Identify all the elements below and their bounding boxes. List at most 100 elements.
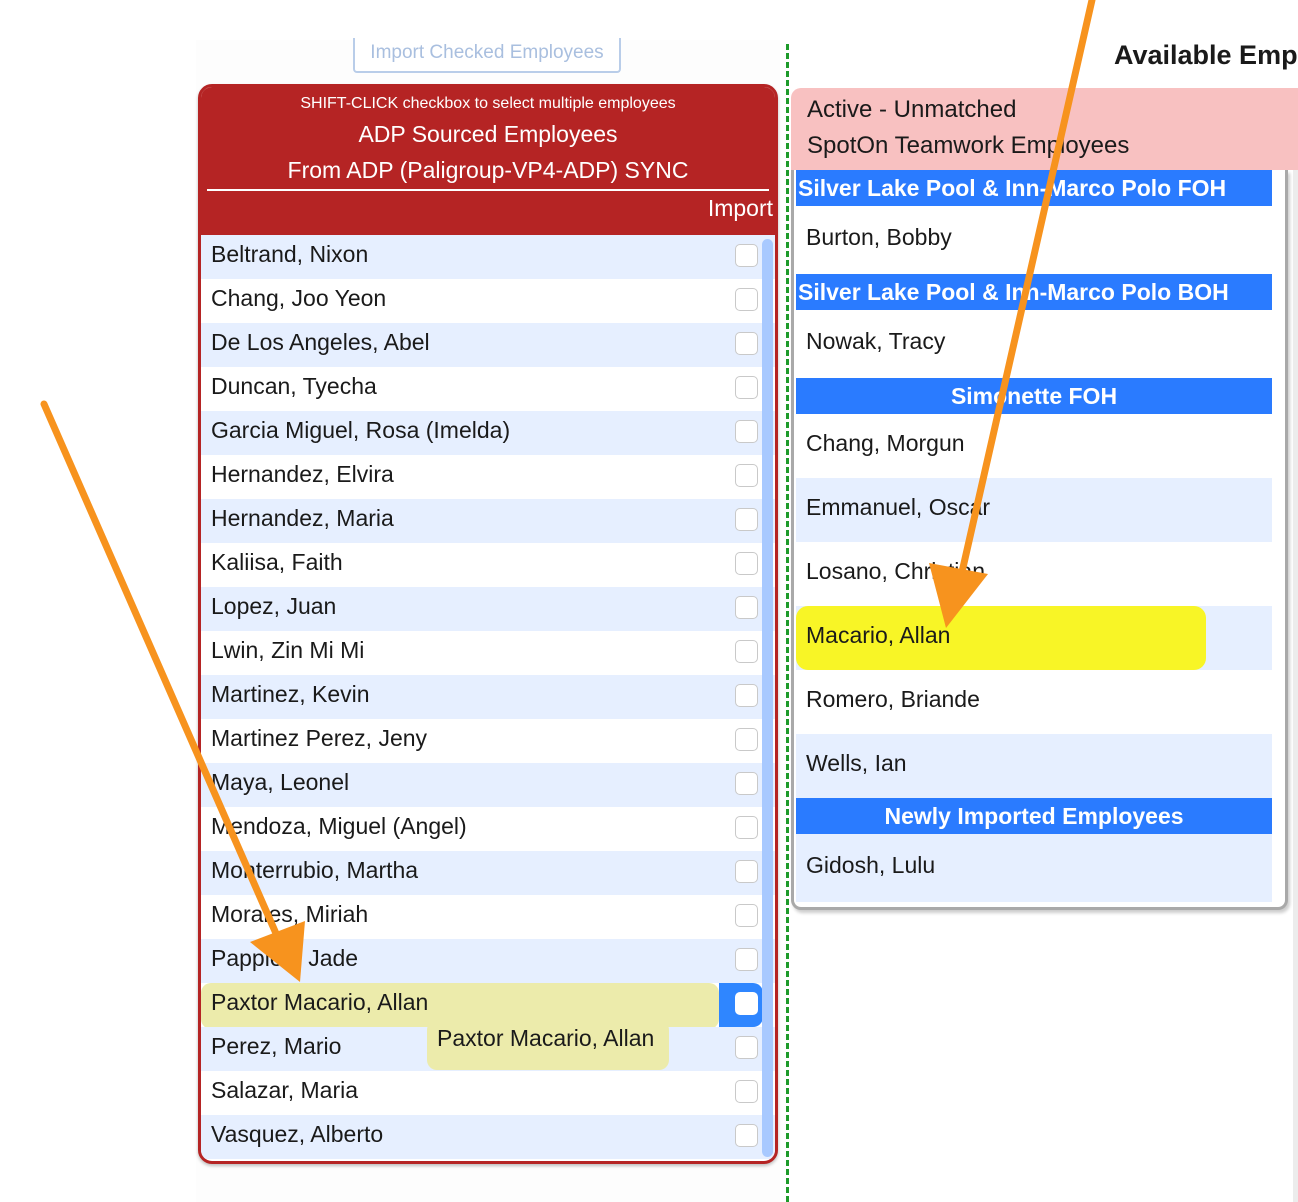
spoton-employee-name: Burton, Bobby: [806, 224, 952, 250]
employee-row[interactable]: Mendoza, Miguel (Angel): [201, 807, 775, 851]
employee-row[interactable]: Morales, Miriah: [201, 895, 775, 939]
spoton-employee-row[interactable]: Gidosh, Lulu: [796, 834, 1272, 902]
import-checkbox[interactable]: [735, 728, 758, 751]
spoton-employee-row[interactable]: Wells, Ian: [796, 734, 1272, 798]
spoton-employee-name: Romero, Briande: [806, 686, 980, 712]
spoton-title: SpotOn Teamwork Employees: [807, 132, 1130, 159]
employee-name: Hernandez, Maria: [211, 505, 394, 531]
employee-name: Vasquez, Alberto: [211, 1121, 384, 1147]
import-checkbox[interactable]: [735, 948, 758, 971]
employee-row[interactable]: Monterrubio, Martha: [201, 851, 775, 895]
spoton-status: Active - Unmatched: [807, 96, 1017, 123]
spoton-employee-row[interactable]: Emmanuel, Oscar: [796, 478, 1272, 542]
import-checkbox[interactable]: [735, 244, 758, 267]
spoton-employee-name: Gidosh, Lulu: [806, 852, 936, 878]
employee-row[interactable]: Martinez, Kevin: [201, 675, 775, 719]
import-checkbox[interactable]: [735, 1036, 758, 1059]
import-checkbox[interactable]: [735, 420, 758, 443]
employee-name: Paxtor Macario, Allan: [211, 989, 429, 1015]
employee-row[interactable]: Garcia Miguel, Rosa (Imelda): [201, 411, 775, 455]
employee-name: Monterrubio, Martha: [211, 857, 419, 883]
adp-header: SHIFT-CLICK checkbox to select multiple …: [201, 87, 775, 235]
import-checkbox[interactable]: [735, 1124, 758, 1147]
spoton-employee-row[interactable]: Nowak, Tracy: [796, 310, 1272, 378]
employee-name: Martinez Perez, Jeny: [211, 725, 428, 751]
employee-row[interactable]: Chang, Joo Yeon: [201, 279, 775, 323]
spoton-employee-row[interactable]: Romero, Briande: [796, 670, 1272, 734]
employee-name: Garcia Miguel, Rosa (Imelda): [211, 417, 511, 443]
employee-name: Lwin, Zin Mi Mi: [211, 637, 365, 663]
spoton-panel-header: Active - Unmatched SpotOn Teamwork Emplo…: [791, 88, 1298, 170]
import-checkbox[interactable]: [735, 332, 758, 355]
adp-panel: SHIFT-CLICK checkbox to select multiple …: [198, 84, 778, 1164]
employee-row[interactable]: Hernandez, Maria: [201, 499, 775, 543]
employee-row[interactable]: Lopez, Juan: [201, 587, 775, 631]
drag-ghost: Paxtor Macario, Allan: [427, 1020, 669, 1070]
import-checkbox[interactable]: [735, 464, 758, 487]
group-header: Silver Lake Pool & Inn-Marco Polo BOH: [796, 274, 1272, 310]
spoton-employee-name: Macario, Allan: [806, 622, 951, 648]
employee-name: Pappion, Jade: [211, 945, 359, 971]
import-checkbox[interactable]: [735, 1080, 758, 1103]
employee-name: Morales, Miriah: [211, 901, 369, 927]
spoton-employee-list: Silver Lake Pool & Inn-Marco Polo FOH Bur…: [791, 170, 1288, 910]
adp-subtitle: From ADP (Paligroup-VP4-ADP) SYNC: [287, 157, 689, 183]
employee-row[interactable]: Kaliisa, Faith: [201, 543, 775, 587]
employee-name: Duncan, Tyecha: [211, 373, 377, 399]
spoton-employee-row[interactable]: Macario, Allan: [796, 606, 1272, 670]
employee-name: Maya, Leonel: [211, 769, 350, 795]
import-checkbox[interactable]: [735, 508, 758, 531]
import-column-header: Import: [707, 195, 773, 221]
import-checkbox[interactable]: [735, 684, 758, 707]
employee-row[interactable]: De Los Angeles, Abel: [201, 323, 775, 367]
import-checkbox[interactable]: [735, 552, 758, 575]
import-checkbox[interactable]: [735, 288, 758, 311]
import-checkbox[interactable]: [735, 596, 758, 619]
right-panel-edge: [1293, 170, 1298, 1202]
employee-row[interactable]: Vasquez, Alberto: [201, 1115, 775, 1159]
employee-name: De Los Angeles, Abel: [211, 329, 430, 355]
employee-row[interactable]: Maya, Leonel: [201, 763, 775, 807]
spoton-employee-name: Nowak, Tracy: [806, 328, 946, 354]
employee-name: Beltrand, Nixon: [211, 241, 369, 267]
import-checked-button[interactable]: Import Checked Employees: [353, 38, 621, 73]
employee-row[interactable]: Hernandez, Elvira: [201, 455, 775, 499]
panel-divider: [786, 44, 789, 1202]
employee-row[interactable]: Lwin, Zin Mi Mi: [201, 631, 775, 675]
import-checkbox[interactable]: [735, 640, 758, 663]
employee-row[interactable]: Salazar, Maria: [201, 1071, 775, 1115]
spoton-employee-name: Wells, Ian: [806, 750, 907, 776]
available-employees-title: Available Emp: [1114, 40, 1298, 70]
spoton-employee-row[interactable]: Losano, Christian: [796, 542, 1272, 606]
employee-name: Salazar, Maria: [211, 1077, 359, 1103]
group-header: Silver Lake Pool & Inn-Marco Polo FOH: [796, 170, 1272, 206]
group-header: Newly Imported Employees: [796, 798, 1272, 834]
employee-row[interactable]: Beltrand, Nixon: [201, 235, 775, 279]
employee-name: Perez, Mario: [211, 1033, 342, 1059]
employee-name: Hernandez, Elvira: [211, 461, 394, 487]
spoton-employee-name: Chang, Morgun: [806, 430, 965, 456]
import-checkbox[interactable]: [735, 904, 758, 927]
scrollbar[interactable]: [762, 239, 773, 1157]
employee-row[interactable]: Martinez Perez, Jeny: [201, 719, 775, 763]
import-checkbox[interactable]: [735, 816, 758, 839]
import-checkbox[interactable]: [735, 376, 758, 399]
import-checkbox[interactable]: [735, 992, 758, 1015]
import-checkbox[interactable]: [735, 860, 758, 883]
spoton-employee-name: Losano, Christian: [806, 558, 985, 584]
header-divider: [207, 189, 769, 191]
employee-name: Mendoza, Miguel (Angel): [211, 813, 467, 839]
import-checkbox[interactable]: [735, 772, 758, 795]
group-header: Simonette FOH: [796, 378, 1272, 414]
employee-name: Chang, Joo Yeon: [211, 285, 387, 311]
employee-name: Lopez, Juan: [211, 593, 337, 619]
spoton-employee-row[interactable]: Burton, Bobby: [796, 206, 1272, 274]
employee-row[interactable]: Duncan, Tyecha: [201, 367, 775, 411]
adp-title: ADP Sourced Employees: [358, 121, 618, 147]
spoton-employee-row[interactable]: Chang, Morgun: [796, 414, 1272, 478]
shift-click-hint: SHIFT-CLICK checkbox to select multiple …: [300, 95, 676, 112]
employee-name: Kaliisa, Faith: [211, 549, 343, 575]
spoton-employee-name: Emmanuel, Oscar: [806, 494, 991, 520]
employee-row[interactable]: Pappion, Jade: [201, 939, 775, 983]
employee-name: Martinez, Kevin: [211, 681, 370, 707]
